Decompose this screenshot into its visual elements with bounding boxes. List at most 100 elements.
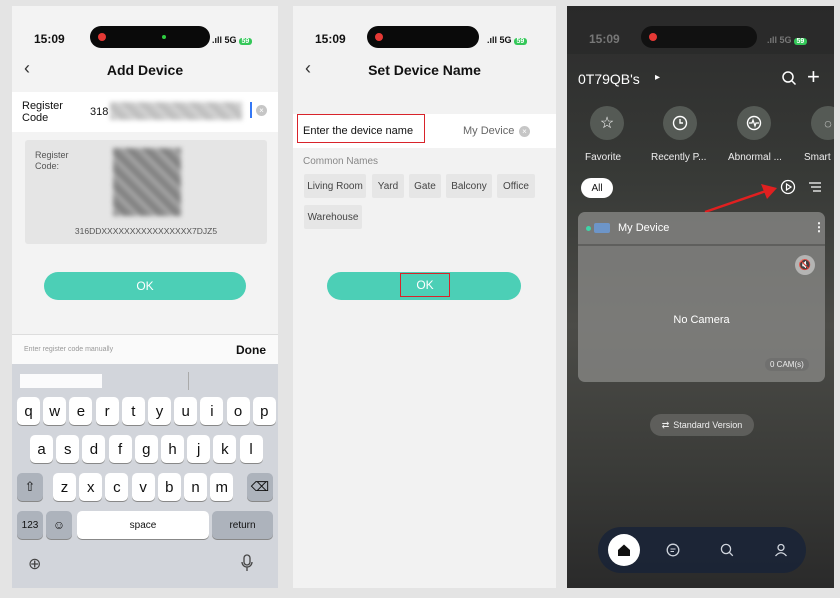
device-card[interactable]: My Device ⋮ 🔇 No Camera 0 CAM(s) bbox=[578, 212, 825, 382]
key-j[interactable]: j bbox=[187, 435, 211, 463]
register-code-row: Register Code 318 × bbox=[12, 92, 278, 132]
discover-search-icon[interactable] bbox=[720, 543, 734, 557]
keyboard-toolbar: Enter register code manually Done bbox=[12, 334, 278, 364]
no-camera-text: No Camera bbox=[673, 314, 730, 326]
key-s[interactable]: s bbox=[56, 435, 80, 463]
manual-entry-hint: Enter register code manually bbox=[24, 346, 114, 353]
done-button[interactable]: Done bbox=[236, 343, 266, 357]
key-c[interactable]: c bbox=[105, 473, 129, 501]
key-h[interactable]: h bbox=[161, 435, 184, 463]
filter-all[interactable]: All bbox=[581, 178, 613, 198]
key-e[interactable]: e bbox=[69, 397, 93, 425]
device-card-header bbox=[578, 212, 825, 244]
add-icon[interactable]: + bbox=[807, 64, 820, 90]
shift-key-icon[interactable]: ⇧ bbox=[17, 473, 43, 501]
clear-input-icon[interactable]: × bbox=[519, 126, 530, 137]
key-p[interactable]: p bbox=[252, 397, 276, 425]
page-title: Set Device Name bbox=[368, 62, 481, 78]
text-cursor bbox=[250, 102, 252, 118]
home-icon bbox=[618, 544, 630, 556]
status-time: 15:09 bbox=[589, 32, 620, 46]
abnormal-icon[interactable] bbox=[737, 106, 771, 140]
standard-version-toggle[interactable]: ⇄ Standard Version bbox=[650, 414, 754, 436]
key-b[interactable]: b bbox=[157, 473, 181, 501]
messages-icon[interactable] bbox=[666, 543, 680, 557]
chip-office[interactable]: Office bbox=[497, 174, 535, 198]
register-code-label: Register Code bbox=[22, 100, 63, 124]
dynamic-island bbox=[641, 26, 757, 48]
quick-label-recent: Recently P... bbox=[651, 152, 707, 163]
status-signal: .ıll 5G 59 bbox=[767, 35, 808, 45]
return-key[interactable]: return bbox=[212, 511, 273, 539]
globe-icon[interactable]: ⊕ bbox=[28, 554, 41, 574]
space-key[interactable]: space bbox=[77, 511, 209, 539]
backspace-key-icon[interactable]: ⌫ bbox=[247, 473, 273, 501]
device-type-icon bbox=[594, 223, 610, 233]
list-menu-icon[interactable] bbox=[808, 180, 822, 194]
key-y[interactable]: y bbox=[148, 397, 171, 425]
more-options-icon[interactable]: ⋮ bbox=[813, 220, 825, 234]
status-time: 15:09 bbox=[315, 32, 346, 46]
key-z[interactable]: z bbox=[53, 473, 76, 501]
ok-button[interactable]: OK bbox=[400, 273, 450, 297]
key-i[interactable]: i bbox=[200, 397, 224, 425]
account-arrow-icon[interactable]: ▸ bbox=[655, 72, 660, 83]
key-n[interactable]: n bbox=[184, 473, 207, 501]
add-device-screen: 15:09 .ıll 5G 59 ‹ Add Device Register Co… bbox=[12, 6, 278, 588]
emoji-key-icon[interactable]: ☺ bbox=[46, 511, 72, 539]
key-m[interactable]: m bbox=[210, 473, 234, 501]
key-k[interactable]: k bbox=[213, 435, 237, 463]
key-x[interactable]: x bbox=[79, 473, 103, 501]
key-t[interactable]: t bbox=[121, 397, 145, 425]
status-time: 15:09 bbox=[34, 32, 65, 46]
device-name-input[interactable]: My Device bbox=[463, 125, 514, 137]
numbers-key[interactable]: 123 bbox=[17, 511, 43, 539]
status-signal: .ıll 5G 59 bbox=[487, 35, 528, 45]
keyboard: qwertyuiop asdfghjkl zxcvbnm ⇧ ⌫ 123 ☺ s… bbox=[12, 364, 278, 588]
key-a[interactable]: a bbox=[30, 435, 53, 463]
page-title: Add Device bbox=[106, 62, 184, 78]
highlight-box-name-field bbox=[297, 114, 425, 143]
status-signal: .ıll 5G 59 bbox=[212, 35, 253, 45]
red-arrow-annotation bbox=[704, 184, 777, 214]
account-name[interactable]: 0T79QB's bbox=[578, 71, 640, 87]
device-name: My Device bbox=[618, 222, 670, 234]
quick-label-smart: Smart bbox=[804, 152, 831, 163]
smart-icon[interactable]: ◌ bbox=[811, 106, 834, 140]
common-names-label: Common Names bbox=[303, 156, 379, 167]
register-code-value: 318 bbox=[90, 106, 109, 118]
playback-icon[interactable] bbox=[780, 179, 796, 195]
favorite-icon[interactable]: ☆ bbox=[590, 106, 624, 140]
clear-input-icon[interactable]: × bbox=[256, 105, 267, 116]
chip-gate[interactable]: Gate bbox=[409, 174, 441, 198]
key-u[interactable]: u bbox=[174, 397, 198, 425]
standard-version-label: Standard Version bbox=[673, 420, 743, 430]
key-g[interactable]: g bbox=[134, 435, 158, 463]
chip-warehouse[interactable]: Warehouse bbox=[304, 205, 362, 229]
microphone-icon[interactable] bbox=[240, 554, 254, 572]
chip-yard[interactable]: Yard bbox=[372, 174, 404, 198]
home-screen: 15:09 .ıll 5G 59 0T79QB's ▸ + ☆ ◌ Favorit… bbox=[567, 6, 834, 588]
card-label: Register Code: bbox=[35, 150, 69, 171]
ok-button[interactable]: OK bbox=[44, 272, 246, 300]
key-r[interactable]: r bbox=[95, 397, 119, 425]
search-icon[interactable] bbox=[781, 70, 797, 86]
key-f[interactable]: f bbox=[108, 435, 132, 463]
tab-home[interactable] bbox=[608, 534, 640, 566]
key-w[interactable]: w bbox=[43, 397, 67, 425]
profile-icon[interactable] bbox=[774, 543, 788, 557]
register-code-card: Register Code: 316DDXXXXXXXXXXXXXXXX7DJZ… bbox=[25, 140, 267, 244]
key-v[interactable]: v bbox=[131, 473, 155, 501]
set-device-name-screen: 15:09 .ıll 5G 59 ‹ Set Device Name Enter … bbox=[293, 6, 556, 588]
chip-balcony[interactable]: Balcony bbox=[446, 174, 492, 198]
blurred-code bbox=[110, 102, 242, 120]
mute-icon[interactable]: 🔇 bbox=[795, 255, 815, 275]
card-code: 316DDXXXXXXXXXXXXXXXX7DJZ5 bbox=[74, 226, 218, 236]
recent-icon[interactable] bbox=[663, 106, 697, 140]
chip-living-room[interactable]: Living Room bbox=[304, 174, 366, 198]
key-o[interactable]: o bbox=[226, 397, 250, 425]
dynamic-island bbox=[367, 26, 479, 48]
key-q[interactable]: q bbox=[17, 397, 40, 425]
key-l[interactable]: l bbox=[239, 435, 263, 463]
key-d[interactable]: d bbox=[82, 435, 106, 463]
